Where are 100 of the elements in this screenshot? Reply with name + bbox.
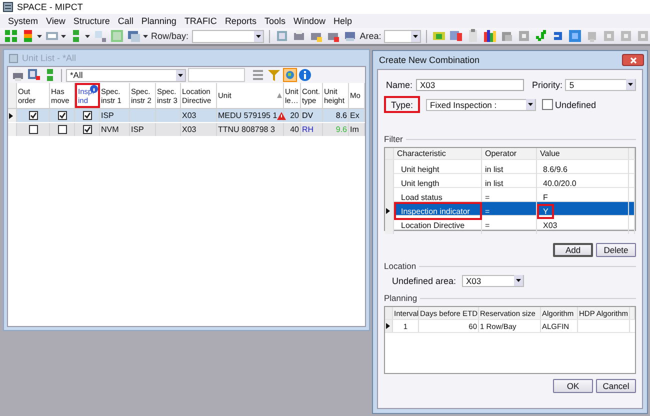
caret-icon[interactable] (37, 34, 42, 38)
table-cell: 40 (290, 125, 299, 134)
caret-icon[interactable] (61, 34, 66, 38)
search-field[interactable] (188, 68, 245, 82)
ok-button[interactable]: OK (553, 379, 593, 393)
table-cell: NVM (101, 125, 119, 134)
column-header[interactable]: Operator (482, 148, 537, 159)
table-cell-text: 8.6/9.6 (542, 164, 568, 174)
table-cell-text: Location Directive (400, 220, 466, 232)
row-selector[interactable] (385, 320, 393, 332)
list-icon[interactable] (251, 68, 265, 82)
table-row[interactable]: ISP X03 MEDU 579195 1 20 DV 8.6 Ex (8, 109, 365, 123)
table-cell: in list (485, 178, 504, 188)
window-icon[interactable] (127, 29, 141, 43)
table-cell: 8.6 (336, 111, 347, 120)
menu-item[interactable]: Window (289, 16, 330, 26)
checkbox[interactable] (58, 111, 66, 120)
row-selector[interactable] (8, 109, 17, 122)
color-bars-icon[interactable] (21, 29, 35, 43)
checkbox[interactable] (58, 125, 66, 134)
table-cell: Inspection indicator (394, 202, 482, 220)
check-icon[interactable] (534, 29, 548, 43)
row-pointer-icon (9, 112, 13, 118)
undefined-label: Undefined (555, 100, 596, 110)
filter-dropdown[interactable]: *All (66, 68, 186, 82)
table-cell-text: Unit height (400, 164, 440, 176)
type-dropdown[interactable]: Fixed Inspection : (426, 98, 536, 110)
table-cell: = (485, 220, 490, 230)
table-cell-text: Unit length (400, 178, 440, 190)
table-cell: 9.6 (336, 125, 347, 134)
export-icon[interactable] (27, 68, 41, 82)
menu-item[interactable]: TRAFIC (180, 16, 221, 26)
checkbox[interactable] (82, 111, 92, 120)
menu-item[interactable]: Planning (137, 16, 180, 26)
table-row[interactable]: Unit length in list 40.0/20.0 (385, 174, 635, 188)
menu-item[interactable]: Tools (260, 16, 290, 26)
table-cell: Y (540, 206, 552, 216)
row-pointer-icon (386, 208, 390, 214)
table-cell: X03 (182, 111, 196, 120)
row-pointer-icon (386, 323, 390, 329)
app-icon (3, 2, 13, 12)
table-cell: Ex (350, 111, 360, 120)
table-cell: X03 (182, 125, 196, 134)
cancel-button[interactable]: Cancel (596, 379, 636, 393)
area-dropdown[interactable] (384, 30, 422, 42)
info-icon[interactable] (299, 69, 311, 81)
table-cell: = (485, 192, 490, 202)
name-label: Name: (385, 80, 412, 90)
menu-item[interactable]: View (42, 16, 70, 26)
table-cell-text: F (542, 192, 549, 202)
column-header[interactable]: Value (537, 148, 629, 159)
priority-label: Priority: (532, 80, 564, 90)
table-cell: ISP (131, 125, 144, 134)
table-cell: RH (302, 125, 314, 134)
close-button[interactable] (622, 54, 644, 66)
window-title: Unit List - *All (22, 53, 76, 63)
checkbox[interactable] (28, 125, 38, 134)
undefined-area-dropdown[interactable]: X03 (462, 274, 524, 286)
add-button[interactable]: Add (553, 243, 593, 257)
window-title: SPACE - MIPCT (17, 2, 83, 12)
menu-item[interactable]: Help (329, 16, 356, 26)
undefined-area-label: Undefined area: (392, 276, 458, 286)
table-cell: DV (302, 111, 314, 120)
row-bay-dropdown[interactable] (192, 30, 264, 42)
dialog-title: Create New Combination (379, 55, 480, 65)
checkbox[interactable] (542, 99, 554, 110)
table-cell-text: 40.0/20.0 (542, 178, 578, 188)
table-cell: ISP (101, 111, 114, 120)
table-cell-text: X03 (542, 220, 558, 230)
type-label: Type: (384, 96, 420, 113)
table-cell: MEDU 579195 1 (218, 111, 278, 120)
area-label: Area: (360, 31, 382, 41)
checkbox[interactable] (28, 111, 38, 120)
bar-chart-icon[interactable] (482, 29, 497, 43)
table-cell-text: Load status (400, 192, 444, 204)
filter-section-title: Filter (384, 134, 403, 144)
name-field[interactable]: X03 (416, 78, 524, 90)
priority-dropdown[interactable]: 5 (565, 78, 636, 90)
close-icon (630, 56, 636, 64)
row-bay-label: Row/bay: (151, 31, 189, 41)
table-cell: 20 (290, 111, 299, 120)
planning-section-title: Planning (384, 293, 418, 303)
checkbox[interactable] (82, 125, 92, 134)
menu-item[interactable]: Call (114, 16, 138, 26)
menu-item[interactable]: Structure (69, 16, 114, 26)
table-cell: Im (350, 125, 359, 134)
table-cell: = (485, 206, 490, 216)
caret-icon[interactable] (143, 34, 148, 38)
menu-item[interactable]: Reports (220, 16, 260, 26)
menu-item[interactable]: System (4, 16, 42, 26)
location-section-title: Location (384, 261, 416, 271)
caret-icon[interactable] (85, 34, 90, 38)
window-icon (9, 54, 18, 62)
table-cell: TTNU 808798 3 (218, 125, 275, 134)
table-row[interactable]: Unit height in list 8.6/9.6 (385, 160, 635, 174)
delete-button[interactable]: Delete (596, 243, 636, 257)
table-row[interactable]: NVM ISP X03 TTNU 808798 3 40 RH 9.6 Im (8, 123, 365, 137)
sort-icon (277, 93, 282, 98)
table-cell: in list (485, 164, 504, 174)
column-header[interactable]: Characteristic (394, 148, 482, 159)
